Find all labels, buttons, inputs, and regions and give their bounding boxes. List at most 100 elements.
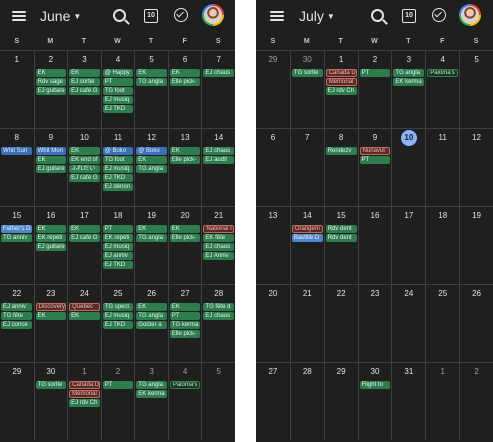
day-cell[interactable]: 18 — [425, 207, 459, 284]
event-chip[interactable]: EK fête — [203, 234, 234, 242]
event-chip[interactable]: EJ rdv Ch — [69, 399, 100, 407]
event-chip[interactable]: EK — [169, 69, 201, 77]
day-cell[interactable]: 22 — [323, 285, 358, 362]
day-cell[interactable]: 2 — [459, 363, 493, 440]
day-cell[interactable]: 26 EK TG angla Goûter a — [134, 285, 168, 362]
event-chip[interactable]: Paloma's — [169, 381, 201, 389]
avatar[interactable] — [459, 4, 481, 26]
day-cell[interactable]: 10 — [391, 129, 425, 206]
event-chip[interactable]: EK — [69, 69, 100, 77]
event-chip[interactable]: EJ Anniv — [203, 252, 234, 260]
day-cell[interactable]: 13 — [256, 207, 290, 284]
event-chip[interactable]: @ Boko — [102, 147, 134, 155]
event-chip[interactable]: EJ TKD — [102, 105, 134, 113]
day-cell[interactable]: 2 EK Rdv sage EJ guitare — [33, 51, 68, 128]
day-cell[interactable]: 17 EK EJ café G — [67, 207, 101, 284]
event-chip[interactable]: EK — [169, 147, 201, 155]
day-cell[interactable]: 29 — [323, 363, 358, 440]
event-chip[interactable]: EK end of — [69, 156, 100, 164]
day-cell[interactable]: 3 TG angla EK kerma — [391, 51, 425, 128]
day-cell[interactable]: 29 — [256, 51, 290, 128]
event-chip[interactable]: Orangem — [291, 225, 323, 233]
event-chip[interactable]: @ Happy — [102, 69, 134, 77]
event-chip[interactable]: EK — [35, 225, 67, 233]
event-chip[interactable]: TG kerma — [169, 321, 201, 329]
event-chip[interactable]: EK — [136, 303, 167, 311]
event-chip[interactable]: EK — [35, 156, 67, 164]
day-cell[interactable]: 20 EK Elle pick- — [167, 207, 202, 284]
tasks-icon[interactable] — [432, 8, 448, 24]
event-chip[interactable]: Elle pick- — [169, 330, 201, 338]
day-cell[interactable]: 6 EK Elle pick- — [167, 51, 202, 128]
event-chip[interactable]: EJ dénon — [102, 183, 134, 191]
day-cell[interactable]: 22 EJ anniv TG fête EJ conce — [0, 285, 34, 362]
day-cell[interactable]: 16 EK EK répéti EJ guitare — [33, 207, 68, 284]
day-cell[interactable]: 24 — [391, 285, 425, 362]
day-cell[interactable]: 11 @ Boko TG foot EJ musiq EJ TKD EJ dénon — [100, 129, 135, 206]
event-chip[interactable]: EJ chaus — [203, 243, 234, 251]
event-chip[interactable]: TG fête d — [203, 303, 234, 311]
event-chip[interactable]: EJ rdv Ch — [325, 87, 357, 95]
day-cell[interactable]: 30 Flight to — [357, 363, 392, 440]
event-chip[interactable]: EJ guitare — [35, 165, 67, 173]
day-cell[interactable]: 4 Paloma's — [425, 51, 459, 128]
event-chip[interactable]: TG angla — [393, 69, 425, 77]
day-cell[interactable]: 27 EK PT TG kerma Elle pick- — [167, 285, 202, 362]
avatar[interactable] — [202, 4, 224, 26]
event-chip[interactable]: EJ sortie — [69, 78, 100, 86]
day-cell[interactable]: 23 — [357, 285, 392, 362]
event-chip[interactable]: Canada D — [69, 381, 100, 389]
event-chip[interactable]: EK — [35, 312, 67, 320]
day-cell[interactable]: 10 EK EK end of ふれだい EJ café G — [67, 129, 101, 206]
event-chip[interactable]: National I — [203, 225, 234, 233]
day-cell[interactable]: 19 EK TG angla — [134, 207, 168, 284]
day-cell[interactable]: 28 TG fête d EJ chaus — [201, 285, 235, 362]
day-cell[interactable]: 4 @ Happy PT TG foot EJ musiq EJ TKD — [100, 51, 135, 128]
event-chip[interactable]: TG angla — [136, 234, 167, 242]
event-chip[interactable]: EJ chaus — [203, 69, 234, 77]
event-chip[interactable]: Elle pick- — [169, 234, 201, 242]
event-chip[interactable]: Memorial — [69, 390, 100, 398]
month-selector[interactable]: June ▼ — [40, 8, 81, 24]
day-cell[interactable]: 11 — [425, 129, 459, 206]
event-chip[interactable]: EK — [35, 69, 67, 77]
event-chip[interactable]: EK — [169, 225, 201, 233]
event-chip[interactable]: PT — [102, 78, 134, 86]
event-chip[interactable]: Rendezv — [325, 147, 357, 155]
day-cell[interactable]: 3 EK EJ sortie EJ café G — [67, 51, 101, 128]
day-cell[interactable]: 20 — [256, 285, 290, 362]
event-chip[interactable]: EK répéti — [35, 234, 67, 242]
day-cell[interactable]: 24 Quebec EK — [67, 285, 101, 362]
day-cell[interactable]: 2 PT — [357, 51, 392, 128]
search-icon[interactable] — [370, 8, 386, 24]
day-cell[interactable]: 1 Canada D Memorial EJ rdv Ch — [323, 51, 358, 128]
event-chip[interactable]: EJ musiq — [102, 165, 134, 173]
event-chip[interactable]: PT — [169, 312, 201, 320]
day-cell[interactable]: 2 PT — [100, 363, 135, 440]
tasks-icon[interactable] — [174, 8, 190, 24]
event-chip[interactable]: Canada D — [325, 69, 357, 77]
day-cell[interactable]: 14 EJ chaus EJ audit — [201, 129, 235, 206]
event-chip[interactable]: EK — [136, 225, 167, 233]
day-cell[interactable]: 1 — [0, 51, 34, 128]
day-cell[interactable]: 14 Orangem Bastille D — [289, 207, 324, 284]
event-chip[interactable]: Rdv dent — [325, 225, 357, 233]
event-chip[interactable]: PT — [102, 225, 134, 233]
event-chip[interactable]: EJ anniv — [102, 252, 134, 260]
event-chip[interactable]: @ Boko — [136, 147, 167, 155]
day-cell[interactable]: 6 — [256, 129, 290, 206]
event-chip[interactable]: EJ musiq — [102, 96, 134, 104]
menu-icon[interactable] — [270, 11, 284, 21]
event-chip[interactable]: Flight to — [359, 381, 391, 389]
event-chip[interactable]: Memorial — [325, 78, 357, 86]
event-chip[interactable]: TG angla — [136, 312, 167, 320]
event-chip[interactable]: Nunavut — [359, 147, 391, 155]
event-chip[interactable]: EJ musiq — [102, 312, 134, 320]
event-chip[interactable]: EJ audit — [203, 156, 234, 164]
day-cell[interactable]: 21 — [289, 285, 324, 362]
event-chip[interactable]: EK — [169, 303, 201, 311]
day-cell[interactable]: 29 — [0, 363, 34, 440]
event-chip[interactable]: PT — [359, 156, 391, 164]
event-chip[interactable]: TG foot — [102, 87, 134, 95]
event-chip[interactable]: EJ guitare — [35, 243, 67, 251]
